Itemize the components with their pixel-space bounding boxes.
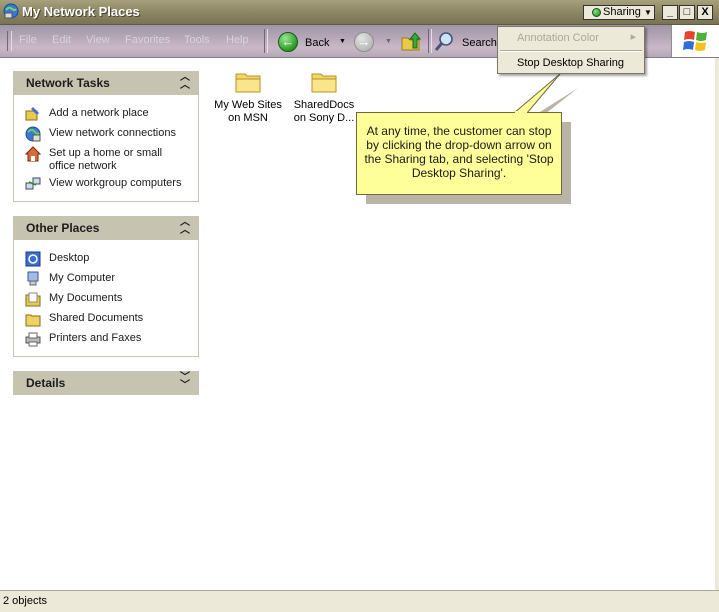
submenu-arrow-icon: ▶ (630, 34, 636, 41)
callout-text: At any time, the customer can stop by cl… (364, 124, 554, 180)
callout-joint (515, 111, 527, 114)
window-border (715, 58, 719, 590)
menu-annotation-color[interactable]: Annotation Color ▶ (498, 27, 644, 49)
menu-stop-desktop-sharing[interactable]: Stop Desktop Sharing (498, 52, 644, 74)
status-bar: 2 objects (0, 590, 719, 612)
callout-pointer (512, 73, 578, 122)
instruction-callout: At any time, the customer can stop by cl… (356, 112, 562, 195)
menu-item-label: Annotation Color (517, 32, 599, 44)
menu-item-label: Stop Desktop Sharing (517, 57, 625, 69)
status-text: 2 objects (3, 595, 48, 607)
sharing-context-menu: Annotation Color ▶ Stop Desktop Sharing (497, 26, 645, 74)
